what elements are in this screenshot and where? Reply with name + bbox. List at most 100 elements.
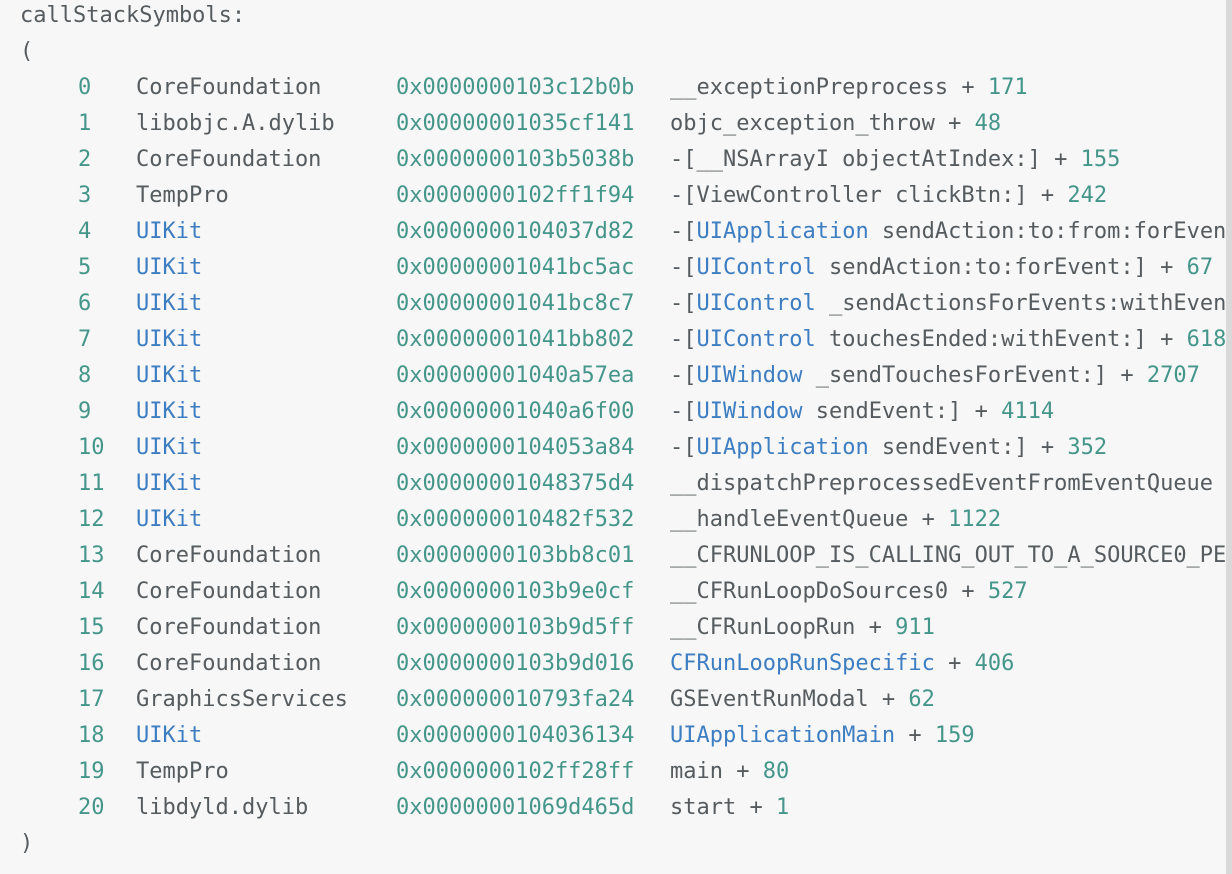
symbol-class-name: UIWindow (696, 363, 803, 388)
frame-address: 0x0000000104036134 (396, 723, 635, 748)
symbol-text: -[__NSArrayI objectAtIndex:] + (670, 147, 1081, 172)
frame-index: 4 (78, 219, 92, 244)
frame-address: 0x0000000103c12b0b (396, 75, 635, 100)
frame-library: CoreFoundation (136, 651, 322, 676)
frame-address: 0x0000000102ff1f94 (396, 183, 635, 208)
frame-symbol: -[UIWindow _sendTouchesForEvent:] + 2707 (670, 358, 1200, 394)
symbol-offset: 48 (974, 111, 1002, 136)
frame-address: 0x0000000104037d82 (396, 219, 635, 244)
stack-frame-row: 13 CoreFoundation 0x0000000103bb8c01 __CFRU… (0, 538, 1226, 574)
header-line: callStackSymbols: (20, 3, 246, 28)
symbol-text: __CFRunLoopRun + (670, 615, 896, 640)
symbol-text: _sendActionsForEvents:withEvent:] + (828, 291, 1226, 316)
frame-index: 2 (78, 147, 92, 172)
stack-frame-row: 20 libdyld.dylib 0x00000001069d465d start +… (0, 790, 1226, 826)
frame-index: 1 (78, 111, 92, 136)
symbol-offset: 911 (895, 615, 935, 640)
frame-library: UIKit (136, 507, 203, 532)
symbol-class-name: UIApplication (696, 219, 869, 244)
symbol-text: GSEventRunModal + (670, 687, 909, 712)
frame-symbol: __CFRUNLOOP_IS_CALLING_OUT_TO_A_SOURCE0_… (670, 538, 1226, 574)
symbol-offset: 2707 (1146, 363, 1200, 388)
frame-address: 0x0000000104053a84 (396, 435, 635, 460)
frame-symbol: -[UIApplication sendEvent:] + 352 (670, 430, 1107, 466)
symbol-text: -[ (670, 291, 697, 316)
frame-library: UIKit (136, 723, 203, 748)
symbol-offset: 1122 (948, 507, 1002, 532)
frame-library: UIKit (136, 255, 203, 280)
frame-address: 0x000000010482f532 (396, 507, 635, 532)
frame-address: 0x000000010793fa24 (396, 687, 635, 712)
frame-library: CoreFoundation (136, 147, 322, 172)
frame-symbol: -[UIControl touchesEnded:withEvent:] + 6… (670, 322, 1226, 358)
stack-frame-row: 11 UIKit 0x00000001048375d4 __dispatchPrepr… (0, 466, 1226, 502)
frame-address: 0x00000001041bc5ac (396, 255, 635, 280)
stack-frame-row: 4 UIKit 0x0000000104037d82 -[UIApplication … (0, 214, 1226, 250)
frame-library: CoreFoundation (136, 615, 322, 640)
symbol-class-name: CFRunLoopRunSpecific (670, 651, 935, 676)
symbol-text: touchesEnded:withEvent:] + (815, 327, 1187, 352)
stack-frame-row: 5 UIKit 0x00000001041bc5ac -[UIControl send… (0, 250, 1226, 286)
frame-library: GraphicsServices (136, 687, 348, 712)
symbol-text: -[ (670, 255, 697, 280)
symbol-class-name: UIControl (696, 291, 816, 316)
frame-symbol: -[UIWindow sendEvent:] + 4114 (670, 394, 1054, 430)
stack-frame-row: 3 TempPro 0x0000000102ff1f94 -[ViewControll… (0, 178, 1226, 214)
symbol-text: + (934, 651, 975, 676)
frame-index: 17 (78, 687, 105, 712)
frame-symbol: __dispatchPreprocessedEventFromEventQueu… (670, 466, 1226, 502)
symbol-offset: 62 (908, 687, 935, 712)
symbol-offset: 618 (1186, 327, 1226, 352)
frame-library: UIKit (136, 435, 203, 460)
frame-symbol: -[UIControl sendAction:to:forEvent:] + 6… (670, 250, 1213, 286)
symbol-offset: 80 (762, 759, 790, 784)
frame-index: 13 (78, 543, 105, 568)
symbol-offset: 159 (934, 723, 975, 748)
frame-index: 19 (78, 759, 105, 784)
frame-symbol: -[UIApplication sendAction:to:from:forEv… (670, 214, 1226, 250)
frame-library: UIKit (136, 471, 203, 496)
frame-address: 0x00000001040a57ea (396, 363, 635, 388)
frame-index: 9 (78, 399, 92, 424)
frame-index: 14 (78, 579, 105, 604)
symbol-offset: 527 (987, 579, 1028, 604)
frame-library: TempPro (136, 759, 229, 784)
frame-symbol: __CFRunLoopRun + 911 (670, 610, 935, 646)
frame-index: 10 (78, 435, 105, 460)
frame-symbol: objc_exception_throw + 48 (670, 106, 1001, 142)
frame-symbol: main + 80 (670, 754, 789, 790)
frame-address: 0x0000000103b5038b (396, 147, 635, 172)
frame-library: libdyld.dylib (136, 795, 309, 820)
frame-index: 16 (78, 651, 105, 676)
symbol-offset: 242 (1067, 183, 1108, 208)
symbol-text: __CFRUNLOOP_IS_CALLING_OUT_TO_A_SOURCE0_… (670, 543, 1226, 568)
frame-symbol: UIApplicationMain + 159 (670, 718, 975, 754)
frame-address: 0x0000000102ff28ff (396, 759, 635, 784)
frame-library: CoreFoundation (136, 75, 322, 100)
symbol-text: -[ (670, 219, 697, 244)
symbol-text: __dispatchPreprocessedEventFromEventQueu… (670, 471, 1226, 496)
stack-frame-row: 7 UIKit 0x00000001041bb802 -[UIControl touc… (0, 322, 1226, 358)
stack-frame-row: 16 CoreFoundation 0x0000000103b9d016 CFRunL… (0, 646, 1226, 682)
frame-address: 0x0000000103bb8c01 (396, 543, 635, 568)
symbol-offset: 67 (1186, 255, 1214, 280)
frame-index: 20 (78, 795, 105, 820)
symbol-text: sendAction:to:from:forEvent:] + (881, 219, 1226, 244)
symbol-text: objc_exception_throw + (670, 111, 975, 136)
frame-index: 11 (78, 471, 105, 496)
symbol-text: -[ViewController clickBtn:] + (670, 183, 1068, 208)
stack-frame-row: 9 UIKit 0x00000001040a6f00 -[UIWindow sendE… (0, 394, 1226, 430)
symbol-text: start + (670, 795, 776, 820)
frame-symbol: __exceptionPreprocess + 171 (670, 70, 1028, 106)
frame-library: libobjc.A.dylib (136, 111, 335, 136)
symbol-text: __exceptionPreprocess + (670, 75, 988, 100)
stack-frame-row: 0 CoreFoundation 0x0000000103c12b0b __excep… (0, 70, 1226, 106)
symbol-text: __CFRunLoopDoSources0 + (670, 579, 988, 604)
symbol-class-name: UIApplication (696, 435, 869, 460)
frame-index: 7 (78, 327, 92, 352)
frame-library: CoreFoundation (136, 543, 322, 568)
frame-library: UIKit (136, 291, 203, 316)
symbol-offset: 155 (1080, 147, 1121, 172)
frame-address: 0x0000000103b9d016 (396, 651, 635, 676)
frame-address: 0x00000001041bc8c7 (396, 291, 635, 316)
